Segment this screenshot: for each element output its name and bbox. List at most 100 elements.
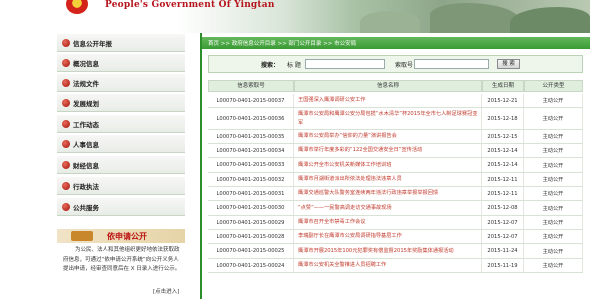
banner-landscape [430,3,520,33]
apply-panel-title: 依申请公开 [107,232,147,241]
table-row: L00070-0401-2015-00031 鹰潭交通巡警大队警务室连续两年违法… [208,187,583,201]
sidebar-item-label: 概况信息 [73,60,99,68]
sidebar-item-work-news[interactable]: 工作动态 [57,115,185,133]
site-title: People's Government Of Yingtan [105,0,275,10]
sidebar-item-label: 工作动态 [73,121,99,129]
table-row: L00070-0401-2015-00033 鹰潭公开全市公安机关新媒体工作培训… [208,158,583,173]
sidebar-item-label: 法规文件 [73,80,99,88]
row-date: 2015-12-11 [482,187,524,200]
row-title-link[interactable]: 鹰潭市公安局举办“信仰的力量”演讲报告会 [294,130,482,143]
row-mode: 主动公开 [524,130,583,143]
bullet-icon [62,39,70,47]
table-row: L00070-0401-2015-00037 王国强深入鹰潭调研公安工作 201… [208,94,583,108]
apply-panel-header: 依申请公开 [57,229,185,243]
sidebar: 信息公开年报 概况信息 法规文件 发展规划 工作动态 人事信息 财经信息 行政执… [55,33,189,299]
sidebar-item-regulations[interactable]: 法规文件 [57,74,185,92]
bullet-icon [62,59,70,67]
row-date: 2015-11-19 [482,259,524,272]
table-row: L00070-0401-2015-00024 鹰潭市公安机关全警推进人员招聘工作… [208,259,583,273]
column-header: 生成日期 [482,80,524,92]
row-id: L00070-0401-2015-00034 [208,144,294,157]
bullet-icon [62,140,70,148]
row-id: L00070-0401-2015-00029 [208,216,294,229]
table-row: L00070-0401-2015-00025 鹰潭市开展2015年100元犯罪奖… [208,244,583,259]
row-id: L00070-0401-2015-00028 [208,230,294,243]
row-title-link[interactable]: 鹰潭市召开全市禁毒工作会议 [294,216,482,229]
sidebar-item-label: 发展规划 [73,100,99,108]
sidebar-item-planning[interactable]: 发展规划 [57,94,185,112]
index-search-input[interactable] [414,59,489,69]
row-id: L00070-0401-2015-00024 [208,259,294,272]
banner-landscape [360,11,420,33]
row-mode: 主动公开 [524,94,583,107]
row-id: L00070-0401-2015-00031 [208,187,294,200]
search-button[interactable]: 搜 索 [497,59,520,69]
row-title-link[interactable]: 李瑞副厅长在鹰潭市公安局调研指导基层工作 [294,230,482,243]
apply-disclosure-panel: 依申请公开 为公民、法人和其他组织更好地依法获取政府信息，可通过“依申请公开系统… [57,229,185,299]
row-title-link[interactable]: 鹰潭交通巡警大队警务室连续两年违法行政违章举报举报回馈 [294,187,482,200]
row-id: L00070-0401-2015-00030 [208,201,294,215]
page-banner: People's Government Of Yingtan [0,0,590,33]
sidebar-item-personnel[interactable]: 人事信息 [57,135,185,153]
row-id: L00070-0401-2015-00025 [208,244,294,258]
row-date: 2015-12-14 [482,144,524,157]
bullet-icon [62,120,70,128]
document-icon [71,231,93,241]
row-date: 2015-12-11 [482,173,524,186]
row-title-link[interactable]: 鹰潭市开展2015年100元犯罪奖有偿监督2015年奖励集体通报活动 [294,244,482,258]
sidebar-item-label: 公共服务 [73,204,99,212]
breadcrumb-text[interactable]: 首页 >> 政府信息公开目录 >> 部门公开目录 >> 市公安局 [208,39,356,47]
row-title-link[interactable]: 鹰潭公开全市公安机关新媒体工作培训班 [294,158,482,172]
row-mode: 主动公开 [524,216,583,229]
row-id: L00070-0401-2015-00037 [208,94,294,107]
sidebar-item-label: 人事信息 [73,141,99,149]
sidebar-item-overview[interactable]: 概况信息 [57,54,185,72]
row-date: 2015-12-15 [482,130,524,143]
row-date: 2015-12-08 [482,201,524,215]
column-header: 信息名称 [294,80,482,92]
search-label: 搜索： [261,62,280,69]
row-id: L00070-0401-2015-00035 [208,130,294,143]
row-title-link[interactable]: 鹰潭市举行年度多彩的“122全国交通安全日”宣传活动 [294,144,482,157]
table-row: L00070-0401-2015-00029 鹰潭市召开全市禁毒工作会议 201… [208,216,583,230]
row-date: 2015-12-21 [482,94,524,107]
row-mode: 主动公开 [524,158,583,172]
table-row: L00070-0401-2015-00034 鹰潭市举行年度多彩的“122全国交… [208,144,583,158]
breadcrumb: 首页 >> 政府信息公开目录 >> 部门公开目录 >> 市公安局 [202,37,590,49]
row-title-link[interactable]: 鹰潭市公安局和鹰潭公安分局包揽“水木清华”杯2015年全市七人制足球赛冠亚军 [294,108,482,129]
sidebar-item-label: 财经信息 [73,162,99,170]
sidebar-item-finance[interactable]: 财经信息 [57,156,185,174]
sidebar-item-label: 信息公开年报 [73,40,112,48]
row-title-link[interactable]: 鹰潭市月湖街道派出所依法处理违法违章人员 [294,173,482,186]
sidebar-item-label: 行政执法 [73,183,99,191]
column-header: 信息索取号 [208,80,294,92]
row-mode: 主动公开 [524,173,583,186]
apply-enter-link[interactable]: [点击进入] [153,287,179,295]
main-content: 首页 >> 政府信息公开目录 >> 部门公开目录 >> 市公安局 搜索： 标 题… [200,33,590,299]
sidebar-item-public-service[interactable]: 公共服务 [57,198,185,216]
sidebar-item-annual-report[interactable]: 信息公开年报 [57,34,185,52]
row-title-link[interactable]: 王国强深入鹰潭调研公安工作 [294,94,482,107]
row-title-link[interactable]: “点赞”——一民警高调走访交通事故现场 [294,201,482,215]
bullet-icon [62,203,70,211]
row-mode: 主动公开 [524,244,583,258]
row-date: 2015-12-18 [482,108,524,129]
row-mode: 主动公开 [524,187,583,200]
row-date: 2015-12-07 [482,230,524,243]
national-emblem-icon [66,0,88,14]
row-title-link[interactable]: 鹰潭市公安机关全警推进人员招聘工作 [294,259,482,272]
title-label: 标 题 [287,62,301,69]
title-search-input[interactable] [305,59,385,69]
row-id: L00070-0401-2015-00032 [208,173,294,186]
row-mode: 主动公开 [524,230,583,243]
sidebar-item-law-enforcement[interactable]: 行政执法 [57,177,185,195]
table-row: L00070-0401-2015-00035 鹰潭市公安局举办“信仰的力量”演讲… [208,130,583,144]
row-id: L00070-0401-2015-00036 [208,108,294,129]
bullet-icon [62,182,70,190]
column-header: 公开类型 [524,80,583,92]
index-label: 索取号 [395,62,414,69]
row-mode: 主动公开 [524,201,583,215]
row-date: 2015-11-24 [482,244,524,258]
banner-landscape [510,7,590,33]
table-row: L00070-0401-2015-00030 “点赞”——一民警高调走访交通事故… [208,201,583,216]
